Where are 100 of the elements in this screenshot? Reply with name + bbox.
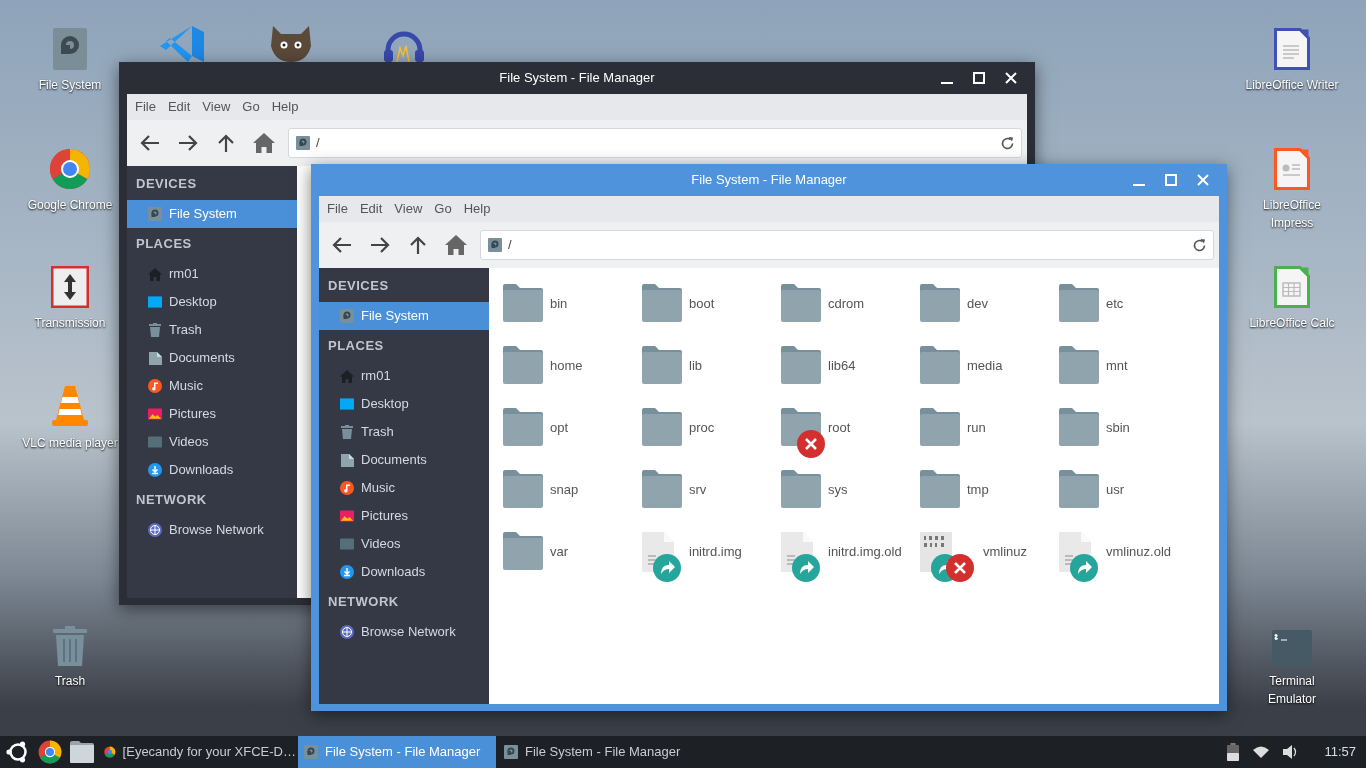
chrome-icon — [49, 148, 91, 190]
menu-item[interactable]: View — [388, 199, 429, 219]
pictures-icon — [148, 408, 162, 420]
maximize-icon — [1165, 174, 1177, 186]
cross-emblem-icon — [797, 430, 825, 458]
menu-item[interactable]: File — [321, 199, 354, 219]
icon-view-entry[interactable]: sbin — [1059, 408, 1198, 458]
sidebar-item[interactable]: Trash — [319, 418, 489, 446]
sidebar-item[interactable]: rm01 — [127, 260, 297, 288]
home-icon — [253, 133, 275, 153]
menu-item[interactable]: Edit — [161, 97, 197, 117]
battery-icon[interactable] — [1227, 743, 1240, 761]
close-icon — [1197, 174, 1209, 186]
icon-view-entry[interactable]: media — [920, 346, 1059, 396]
volume-icon[interactable] — [1283, 745, 1299, 759]
icon-view-entry[interactable]: root — [781, 408, 920, 458]
menu-item[interactable]: Help — [265, 97, 305, 117]
icon-view-entry[interactable]: run — [920, 408, 1059, 458]
icon-view-entry[interactable]: initrd.img — [642, 532, 781, 582]
clock[interactable]: 11:57 — [1324, 742, 1356, 762]
sidebar-item[interactable]: Browse Network — [127, 516, 297, 544]
icon-view-entry[interactable]: usr — [1059, 470, 1198, 520]
globe-icon — [148, 523, 162, 537]
icon-view-entry[interactable]: var — [503, 532, 642, 582]
sidebar-item[interactable]: Music — [319, 474, 489, 502]
download-icon — [148, 463, 162, 477]
icon-view-entry[interactable]: proc — [642, 408, 781, 458]
icon-view-entry[interactable]: srv — [642, 470, 781, 520]
sidebar-item[interactable]: Music — [127, 372, 297, 400]
drive-icon — [504, 745, 518, 759]
sidebar-item[interactable]: Browse Network — [319, 618, 489, 646]
owl-mascot-icon — [271, 26, 311, 62]
icon-view-entry[interactable]: mnt — [1059, 346, 1198, 396]
link-emblem-icon — [653, 554, 681, 582]
forward-arrow-icon — [369, 235, 391, 255]
home-icon — [340, 369, 354, 383]
icon-view-entry[interactable]: lib64 — [781, 346, 920, 396]
code-editor-icon — [160, 26, 204, 62]
menu-item[interactable]: Help — [457, 199, 497, 219]
location-field[interactable]: / — [480, 230, 1214, 260]
sidebar-item[interactable]: Desktop — [127, 288, 297, 316]
icon-view-entry[interactable]: home — [503, 346, 642, 396]
writer-document-icon — [1274, 28, 1310, 70]
sidebar-item[interactable]: Desktop — [319, 390, 489, 418]
chrome-icon — [104, 745, 116, 759]
minimize-icon — [1133, 184, 1145, 186]
location-field[interactable]: / — [288, 128, 1022, 158]
task-button[interactable]: [Eyecandy for your XFCE-D… — [98, 736, 296, 768]
transmission-icon — [51, 266, 89, 308]
icon-view-entry[interactable]: initrd.img.old — [781, 532, 920, 582]
cross-emblem-icon — [946, 554, 974, 582]
sidebar-item[interactable]: Downloads — [319, 558, 489, 586]
sidebar-item[interactable]: Pictures — [127, 400, 297, 428]
icon-view-entry[interactable]: tmp — [920, 470, 1059, 520]
drive-icon — [304, 745, 318, 759]
drive-icon — [340, 309, 354, 323]
sidebar-heading: DEVICES — [136, 175, 197, 194]
drive-icon — [148, 207, 162, 221]
menu-item[interactable]: Go — [236, 97, 266, 117]
sidebar-item[interactable]: Documents — [319, 446, 489, 474]
icon-view-entry[interactable]: cdrom — [781, 284, 920, 334]
back-arrow-icon — [331, 235, 353, 255]
sidebar-item[interactable]: Videos — [319, 530, 489, 558]
menu-item[interactable]: View — [196, 97, 237, 117]
icon-view-entry[interactable]: sys — [781, 470, 920, 520]
sidebar-item[interactable]: Documents — [127, 344, 297, 372]
sidebar-item[interactable]: rm01 — [319, 362, 489, 390]
icon-view-entry[interactable]: etc — [1059, 284, 1198, 334]
desktop-icon-label[interactable]: Terminal Emulator — [1244, 672, 1340, 708]
icon-view-entry[interactable]: snap — [503, 470, 642, 520]
sidebar-item[interactable]: Videos — [127, 428, 297, 456]
link-emblem-icon — [792, 554, 820, 582]
maximize-icon — [973, 72, 985, 84]
back-arrow-icon — [139, 133, 161, 153]
link-emblem-icon — [1070, 554, 1098, 582]
desktop-icon-label[interactable]: Trash — [54, 672, 86, 690]
wifi-icon[interactable] — [1253, 746, 1270, 758]
icon-view-entry[interactable]: dev — [920, 284, 1059, 334]
drive-icon — [53, 28, 87, 70]
icon-view-entry[interactable]: lib — [642, 346, 781, 396]
reload-icon[interactable] — [1192, 237, 1207, 253]
menu-item[interactable]: Go — [428, 199, 458, 219]
minimize-icon — [941, 82, 953, 84]
icon-view-entry[interactable]: vmlinuz.old — [1059, 532, 1198, 582]
home-icon — [445, 235, 467, 255]
icon-view-entry[interactable]: vmlinuz — [920, 532, 1059, 582]
ubuntu-logo-icon[interactable] — [6, 740, 30, 764]
icon-view-entry[interactable]: boot — [642, 284, 781, 334]
sidebar-item[interactable]: Downloads — [127, 456, 297, 484]
icon-view-entry[interactable]: opt — [503, 408, 642, 458]
chrome-icon[interactable] — [38, 740, 62, 764]
task-button[interactable]: File System - File Manager — [498, 736, 696, 768]
sidebar-item[interactable]: Pictures — [319, 502, 489, 530]
reload-icon[interactable] — [1000, 135, 1015, 151]
close-icon — [1005, 72, 1017, 84]
icon-view-entry[interactable]: bin — [503, 284, 642, 334]
menu-item[interactable]: File — [129, 97, 162, 117]
menu-item[interactable]: Edit — [353, 199, 389, 219]
sidebar-item[interactable]: Trash — [127, 316, 297, 344]
sidebar-heading: PLACES — [328, 337, 384, 356]
